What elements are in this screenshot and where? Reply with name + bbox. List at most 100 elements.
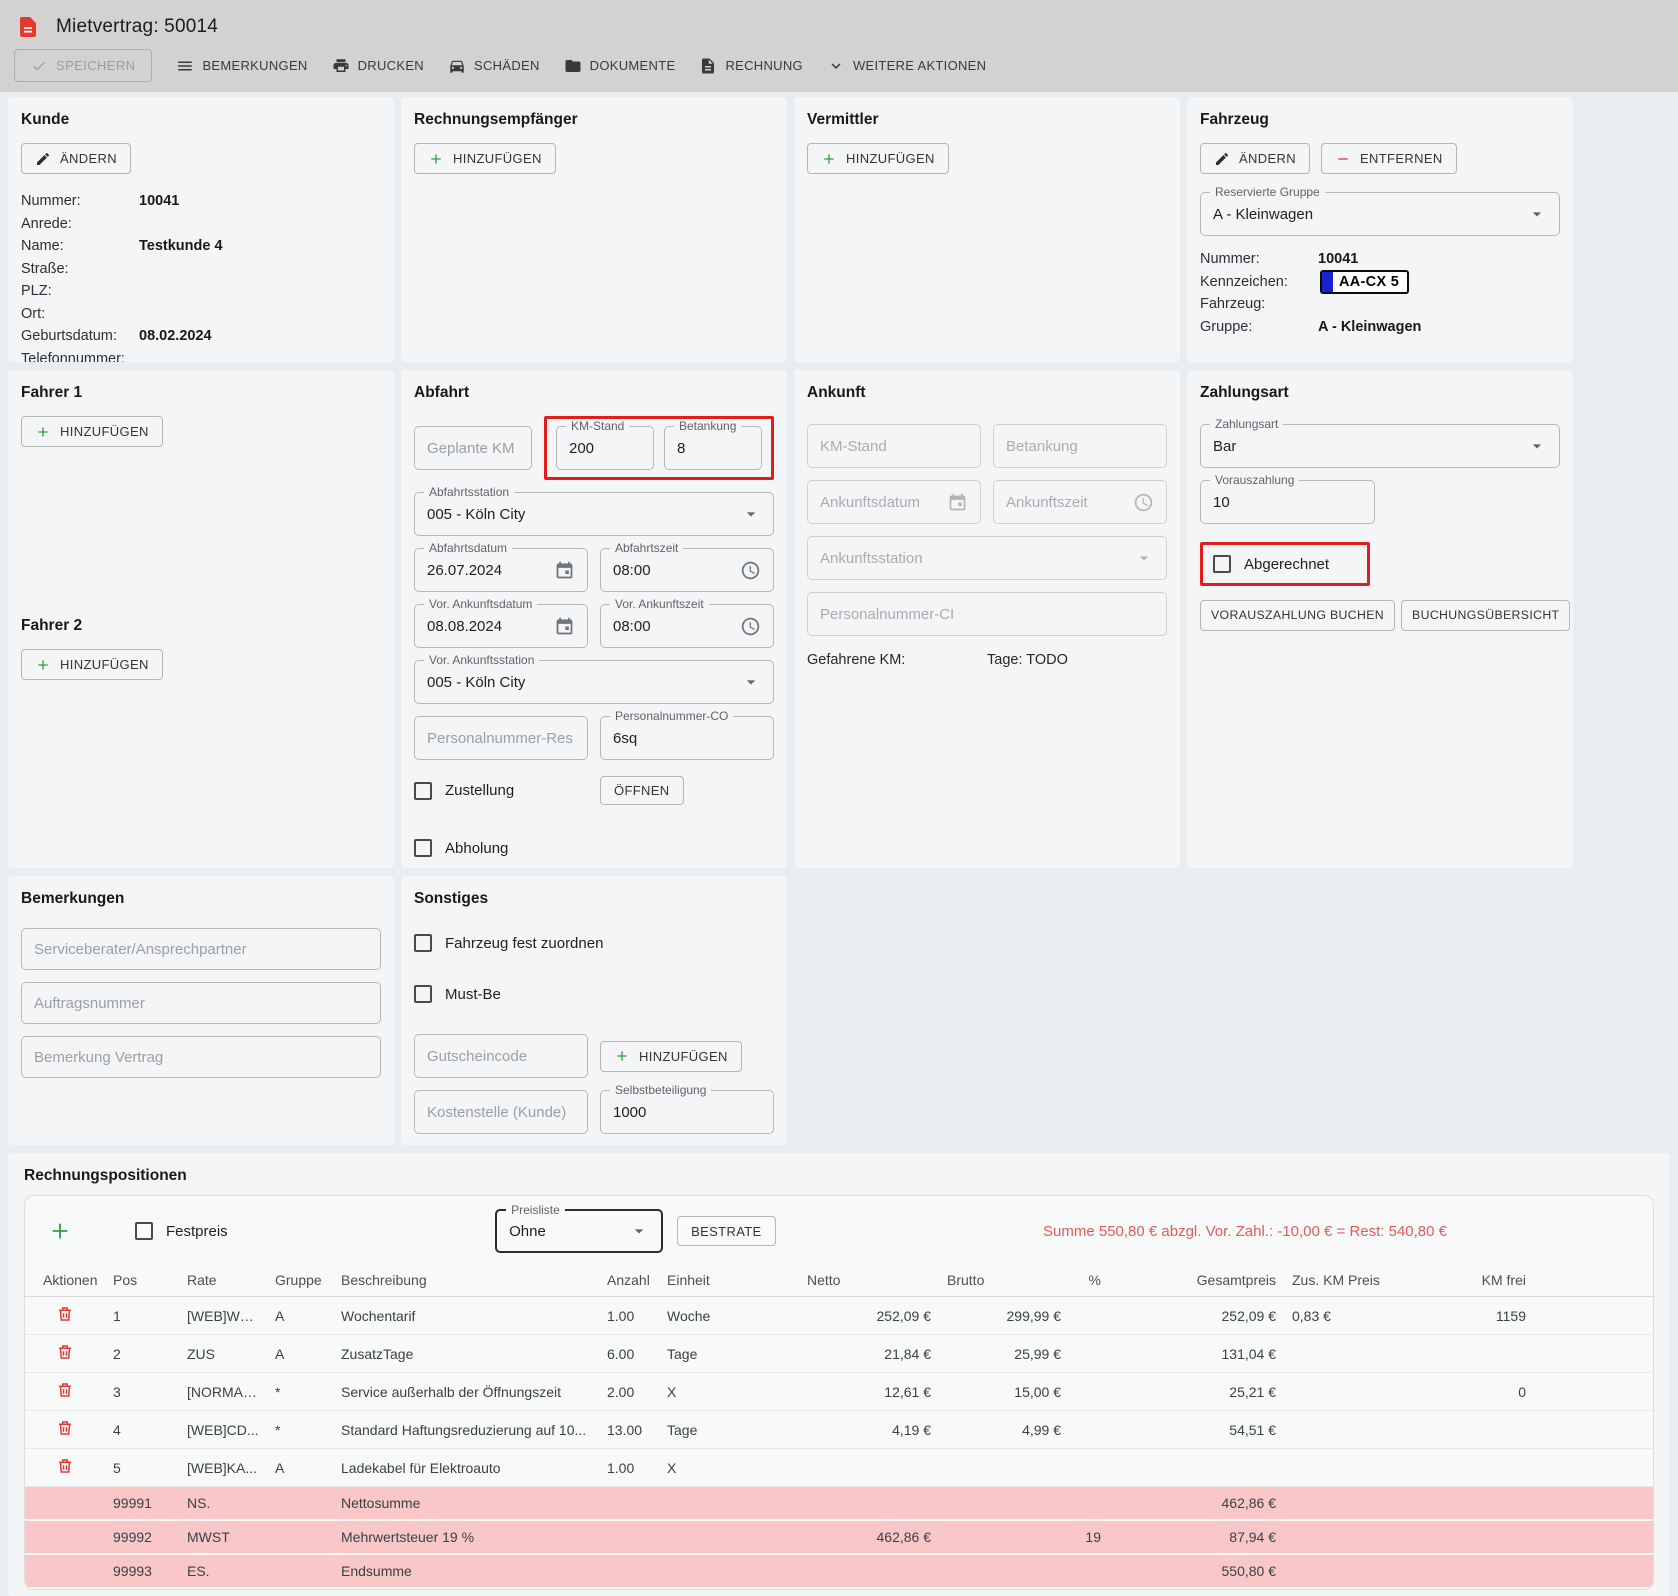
fahrzeug-entfernen-button[interactable]: ENTFERNEN bbox=[1321, 143, 1457, 174]
selbstbeteiligung-field[interactable]: Selbstbeteiligung bbox=[600, 1090, 774, 1134]
gutscheincode-field[interactable] bbox=[414, 1034, 588, 1078]
gutschein-hinzufuegen-button[interactable]: HINZUFÜGEN bbox=[600, 1041, 742, 1072]
check-icon bbox=[31, 58, 47, 74]
km-stand-field[interactable]: KM-Stand bbox=[556, 426, 654, 470]
kostenstelle-input[interactable] bbox=[427, 1104, 575, 1121]
delete-position-button[interactable] bbox=[56, 1457, 74, 1475]
field-floating-label: Personalnummer-CO bbox=[610, 709, 733, 723]
vorauszahlung-input[interactable] bbox=[1213, 494, 1362, 511]
delete-position-button[interactable] bbox=[56, 1381, 74, 1399]
field-label: Name: bbox=[21, 235, 139, 258]
personalnummer-ci-input[interactable] bbox=[820, 606, 1154, 623]
calendar-icon[interactable] bbox=[554, 560, 575, 581]
kostenstelle-field[interactable] bbox=[414, 1090, 588, 1134]
personalnummer-res-input[interactable] bbox=[427, 730, 575, 747]
fahrzeug-fest-zuordnen-checkbox[interactable]: Fahrzeug fest zuordnen bbox=[414, 934, 603, 952]
ankunftsdatum-input[interactable] bbox=[820, 494, 947, 511]
ankunft-betankung-input[interactable] bbox=[1006, 438, 1154, 455]
vorauszahlung-buchen-button[interactable]: VORAUSZAHLUNG BUCHEN bbox=[1200, 600, 1395, 631]
oeffnen-button[interactable]: ÖFFNEN bbox=[600, 776, 684, 805]
col-gruppe: Gruppe bbox=[267, 1266, 333, 1297]
zustellung-checkbox[interactable]: Zustellung bbox=[414, 782, 588, 800]
betankung-field[interactable]: Betankung bbox=[664, 426, 762, 470]
personalnummer-ci-field[interactable] bbox=[807, 592, 1167, 636]
dokumente-button[interactable]: DOKUMENTE bbox=[564, 53, 676, 79]
vor-ankunftsstation-select[interactable]: Vor. Ankunftsstation 005 - Köln City bbox=[414, 660, 774, 704]
pencil-icon bbox=[35, 151, 51, 167]
tage-label: Tage: TODO bbox=[987, 652, 1167, 668]
preisliste-select[interactable]: Preisliste Ohne bbox=[495, 1209, 663, 1253]
ankunftsstation-input[interactable] bbox=[820, 550, 1134, 567]
ankunftszeit-input[interactable] bbox=[1006, 494, 1133, 511]
kunde-card-title: Kunde bbox=[21, 111, 381, 129]
bemerkung-vertrag-input[interactable] bbox=[34, 1049, 368, 1066]
positions-table: Aktionen Pos Rate Gruppe Beschreibung An… bbox=[25, 1266, 1653, 1589]
abfahrtsdatum-field[interactable]: Abfahrtsdatum bbox=[414, 548, 588, 592]
zahlungsart-card: Zahlungsart Zahlungsart Bar Vorauszahlun… bbox=[1187, 370, 1573, 868]
speichern-button[interactable]: SPEICHERN bbox=[14, 49, 152, 82]
gutscheincode-input[interactable] bbox=[427, 1048, 575, 1065]
ankunft-km-stand-field[interactable] bbox=[807, 424, 981, 468]
calendar-icon[interactable] bbox=[554, 616, 575, 637]
geplante-km-input[interactable] bbox=[427, 440, 519, 457]
delete-position-button[interactable] bbox=[56, 1343, 74, 1361]
buchungsuebersicht-button[interactable]: BUCHUNGSÜBERSICHT bbox=[1401, 600, 1570, 631]
fahrer2-hinzufuegen-button[interactable]: HINZUFÜGEN bbox=[21, 649, 163, 680]
vermittler-hinzufuegen-button[interactable]: HINZUFÜGEN bbox=[807, 143, 949, 174]
reservierte-gruppe-select[interactable]: Reservierte Gruppe A - Kleinwagen bbox=[1200, 192, 1560, 236]
selbstbeteiligung-input[interactable] bbox=[613, 1104, 761, 1121]
personalnummer-co-field[interactable]: Personalnummer-CO bbox=[600, 716, 774, 760]
km-stand-input[interactable] bbox=[569, 440, 641, 457]
festpreis-checkbox[interactable]: Festpreis bbox=[135, 1222, 228, 1240]
field-value bbox=[139, 213, 381, 236]
abfahrtszeit-input[interactable] bbox=[613, 562, 740, 579]
kunde-aendern-button[interactable]: ÄNDERN bbox=[21, 143, 131, 174]
bemerkung-vertrag-field[interactable] bbox=[21, 1036, 381, 1078]
ankunftsstation-select[interactable] bbox=[807, 536, 1167, 580]
ankunftszeit-field[interactable] bbox=[993, 480, 1167, 524]
clock-icon[interactable] bbox=[740, 616, 761, 637]
pencil-icon bbox=[1214, 151, 1230, 167]
serviceberater-input[interactable] bbox=[34, 941, 368, 958]
vorauszahlung-field[interactable]: Vorauszahlung bbox=[1200, 480, 1375, 524]
field-floating-label: Abfahrtsdatum bbox=[424, 541, 512, 555]
vor-ankunftsdatum-input[interactable] bbox=[427, 618, 554, 635]
abfahrtsstation-select[interactable]: Abfahrtsstation 005 - Köln City bbox=[414, 492, 774, 536]
abholung-checkbox[interactable]: Abholung bbox=[414, 839, 508, 857]
vor-ankunftszeit-field[interactable]: Vor. Ankunftszeit bbox=[600, 604, 774, 648]
calendar-icon[interactable] bbox=[947, 492, 968, 513]
ankunft-betankung-field[interactable] bbox=[993, 424, 1167, 468]
add-position-button[interactable] bbox=[49, 1220, 71, 1242]
vor-ankunftsdatum-field[interactable]: Vor. Ankunftsdatum bbox=[414, 604, 588, 648]
abfahrtsdatum-input[interactable] bbox=[427, 562, 554, 579]
rechnungsempfaenger-hinzufuegen-button[interactable]: HINZUFÜGEN bbox=[414, 143, 556, 174]
schaeden-button[interactable]: SCHÄDEN bbox=[448, 53, 540, 79]
invoice-document-icon bbox=[699, 57, 717, 75]
rechnungsempfaenger-card-title: Rechnungsempfänger bbox=[414, 111, 774, 129]
auftragsnummer-field[interactable] bbox=[21, 982, 381, 1024]
zahlungsart-select[interactable]: Zahlungsart Bar bbox=[1200, 424, 1560, 468]
abgerechnet-checkbox[interactable]: Abgerechnet bbox=[1213, 555, 1329, 573]
weitere-aktionen-button[interactable]: WEITERE AKTIONEN bbox=[827, 53, 986, 79]
drucken-button[interactable]: DRUCKEN bbox=[332, 53, 424, 79]
clock-icon[interactable] bbox=[1133, 492, 1154, 513]
vor-ankunftszeit-input[interactable] bbox=[613, 618, 740, 635]
geplante-km-field[interactable] bbox=[414, 426, 532, 470]
fahrer1-hinzufuegen-button[interactable]: HINZUFÜGEN bbox=[21, 416, 163, 447]
clock-icon[interactable] bbox=[740, 560, 761, 581]
delete-position-button[interactable] bbox=[56, 1305, 74, 1323]
must-be-checkbox[interactable]: Must-Be bbox=[414, 985, 501, 1003]
fahrzeug-aendern-button[interactable]: ÄNDERN bbox=[1200, 143, 1310, 174]
serviceberater-field[interactable] bbox=[21, 928, 381, 970]
betankung-input[interactable] bbox=[677, 440, 749, 457]
ankunftsdatum-field[interactable] bbox=[807, 480, 981, 524]
rechnung-button[interactable]: RECHNUNG bbox=[699, 53, 803, 79]
personalnummer-res-field[interactable] bbox=[414, 716, 588, 760]
auftragsnummer-input[interactable] bbox=[34, 995, 368, 1012]
delete-position-button[interactable] bbox=[56, 1419, 74, 1437]
bestrate-button[interactable]: BESTRATE bbox=[677, 1216, 775, 1246]
abfahrtszeit-field[interactable]: Abfahrtszeit bbox=[600, 548, 774, 592]
bemerkungen-button[interactable]: BEMERKUNGEN bbox=[176, 53, 307, 79]
ankunft-km-stand-input[interactable] bbox=[820, 438, 968, 455]
personalnummer-co-input[interactable] bbox=[613, 730, 761, 747]
